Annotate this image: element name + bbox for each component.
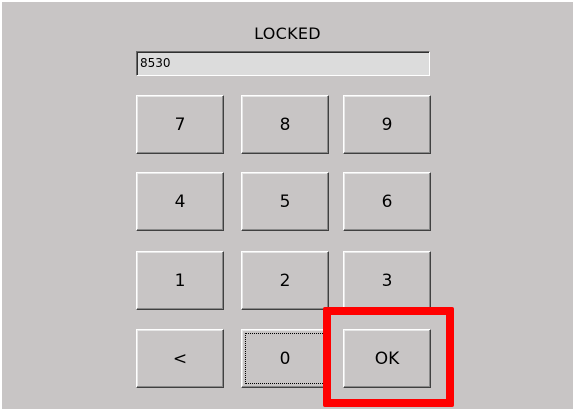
key-6-button[interactable]: 6 xyxy=(343,172,431,231)
backspace-button[interactable]: < xyxy=(136,329,224,388)
key-8-button[interactable]: 8 xyxy=(241,95,329,154)
key-3-button[interactable]: 3 xyxy=(343,251,431,310)
lock-title: LOCKED xyxy=(254,24,321,43)
key-9-button[interactable]: 9 xyxy=(343,95,431,154)
pin-display-field[interactable]: 8530 xyxy=(136,51,430,76)
key-7-button[interactable]: 7 xyxy=(136,95,224,154)
key-2-button[interactable]: 2 xyxy=(241,251,329,310)
key-5-button[interactable]: 5 xyxy=(241,172,329,231)
key-0-button[interactable]: 0 xyxy=(241,329,329,388)
lock-panel: LOCKED 8530 7 8 9 4 5 6 1 2 3 < 0 OK xyxy=(2,2,573,409)
key-4-button[interactable]: 4 xyxy=(136,172,224,231)
key-1-button[interactable]: 1 xyxy=(136,251,224,310)
ok-button[interactable]: OK xyxy=(343,329,431,388)
